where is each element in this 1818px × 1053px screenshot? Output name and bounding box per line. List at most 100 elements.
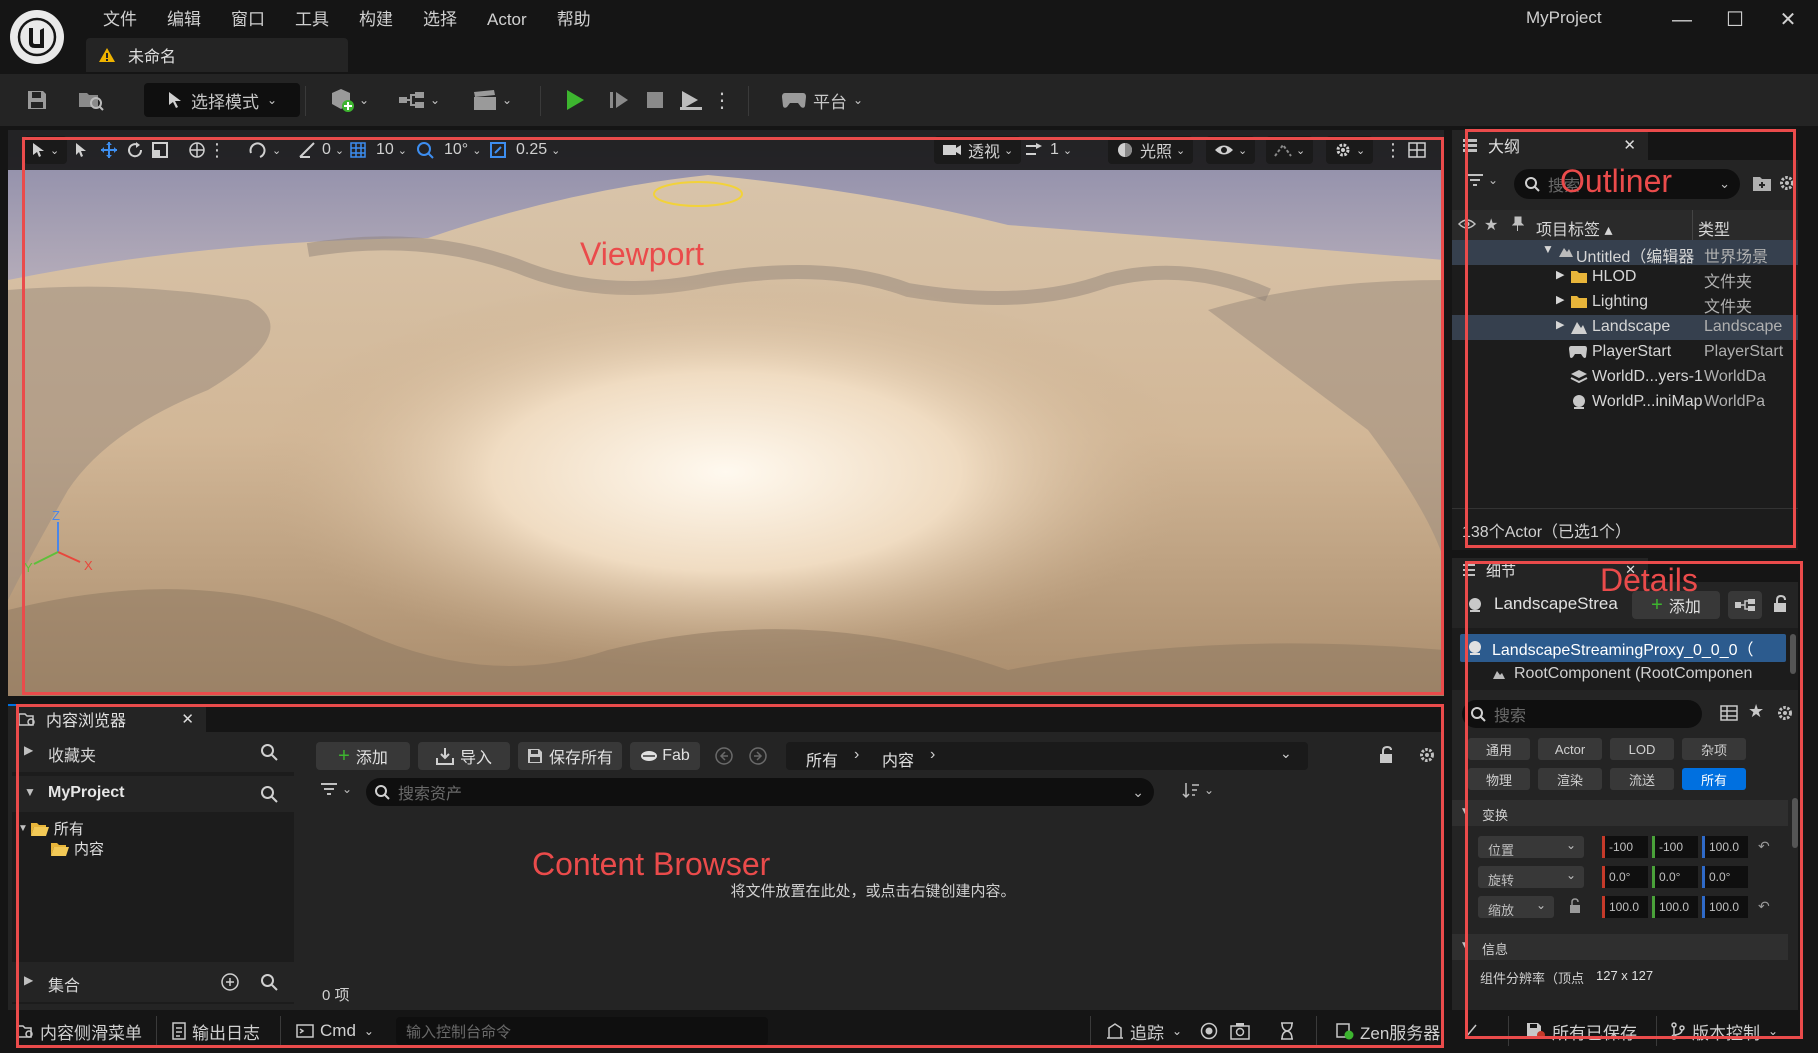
source-control-dropdown[interactable]: 版本控制 ⌄ (1670, 1016, 1778, 1046)
surface-snap-dropdown[interactable]: ⌄ (248, 136, 281, 164)
filter-physics-button[interactable]: 物理 (1468, 768, 1530, 790)
pin-icon[interactable] (1512, 216, 1524, 232)
translate-icon[interactable] (100, 136, 118, 164)
outliner-tab[interactable]: 大纲 ✕ (1452, 130, 1648, 160)
record-icon[interactable] (1200, 1016, 1218, 1046)
level-viewport[interactable]: Z X Y ⌄ ⋮ ⌄ 0 ⌄ 10 ⌄ 10° ⌄ 0.25 ⌄ 透视 ⌄ 1… (8, 130, 1444, 696)
hourglass-icon[interactable] (1280, 1016, 1294, 1046)
settings-gear-icon[interactable] (1778, 174, 1796, 192)
layout-icon[interactable] (1408, 136, 1426, 164)
unreal-logo-icon[interactable] (10, 10, 64, 64)
outliner-row-selected[interactable]: ▶ Landscape Landscape (1452, 315, 1798, 340)
scale-y-input[interactable]: 100.0 (1652, 896, 1698, 918)
location-z-input[interactable]: 100.0 (1702, 836, 1748, 858)
menu-actor[interactable]: Actor (472, 4, 542, 36)
outliner-row[interactable]: WorldP...iniMap WorldPa (1452, 390, 1798, 415)
tree-item-content[interactable]: 内容 (50, 838, 104, 859)
step-forward-icon[interactable] (604, 83, 634, 117)
angle-snap-dropdown[interactable]: 0 ⌄ (298, 136, 344, 164)
browse-folder-icon[interactable] (74, 83, 108, 117)
visibility-eye-icon[interactable] (1458, 217, 1476, 231)
play-icon[interactable] (560, 83, 590, 117)
filter-general-button[interactable]: 通用 (1468, 738, 1530, 760)
chevron-down-icon[interactable]: ⌄ (1280, 745, 1292, 762)
collapsed-arrow-icon[interactable]: ▶ (1556, 293, 1564, 306)
collections-header[interactable]: ▶ 集合 (12, 962, 294, 1002)
filter-all-button[interactable]: 所有 (1682, 768, 1746, 790)
cinematics-button[interactable]: ⌄ (466, 83, 518, 117)
select-arrow-icon[interactable] (74, 136, 88, 164)
outliner-row[interactable]: ▼ Untitled（编辑器 世界场景 (1452, 240, 1798, 266)
asset-search-input[interactable]: 搜索资产 ⌄ (366, 778, 1154, 806)
table-view-icon[interactable] (1720, 705, 1738, 721)
scrollbar[interactable] (1790, 634, 1796, 674)
save-all-button[interactable]: 保存所有 (518, 742, 622, 770)
show-flags-dropdown[interactable]: ⌄ (1206, 136, 1256, 164)
screenshot-icon[interactable] (1230, 1016, 1250, 1046)
project-header[interactable]: ▼ MyProject (12, 776, 294, 812)
close-tab-icon[interactable]: ✕ (1623, 136, 1636, 154)
all-saved-button[interactable]: 所有已保存 (1526, 1016, 1637, 1046)
menu-file[interactable]: 文件 (88, 4, 152, 36)
document-tab[interactable]: 未命名 (86, 38, 348, 72)
scale-dropdown[interactable]: 缩放 ⌄ (1478, 896, 1554, 918)
expanded-arrow-icon[interactable]: ▼ (1542, 242, 1554, 256)
blueprint-icon[interactable] (1728, 591, 1762, 619)
camera-speed-dropdown[interactable]: 1 ⌄ (1024, 136, 1072, 164)
rotation-dropdown[interactable]: 旋转 ⌄ (1478, 866, 1584, 888)
search-icon[interactable] (260, 785, 278, 803)
outliner-row[interactable]: WorldD...yers-1 WorldDa (1452, 365, 1798, 390)
location-dropdown[interactable]: 位置 ⌄ (1478, 836, 1584, 858)
location-x-input[interactable]: -100 (1602, 836, 1648, 858)
scale-z-input[interactable]: 100.0 (1702, 896, 1748, 918)
close-tab-icon[interactable]: ✕ (181, 710, 194, 728)
eject-icon[interactable] (674, 83, 708, 117)
filter-misc-button[interactable]: 杂项 (1682, 738, 1746, 760)
sort-dropdown[interactable]: ⌄ (1182, 782, 1214, 798)
back-arrow-icon[interactable] (714, 746, 734, 766)
asset-filter-dropdown[interactable]: ⌄ (320, 782, 352, 796)
add-folder-icon[interactable] (1752, 174, 1772, 192)
breadcrumb-content[interactable]: 内容 (882, 747, 914, 771)
transform-section-header[interactable]: ▼ 变换 (1452, 800, 1788, 826)
info-section-header[interactable]: ▼ 信息 (1452, 934, 1788, 960)
star-icon[interactable]: ★ (1484, 215, 1498, 235)
revision-control-icon[interactable] (1464, 1016, 1478, 1046)
breadcrumb-all[interactable]: 所有 (806, 747, 838, 771)
settings-gear-icon[interactable] (1776, 704, 1794, 722)
reset-arrow-icon[interactable]: ↶ (1758, 898, 1770, 915)
scale-snap-dropdown[interactable]: 0.25 ⌄ (490, 136, 560, 164)
menu-select[interactable]: 选择 (408, 4, 472, 36)
filter-actor-button[interactable]: Actor (1538, 738, 1602, 760)
menu-help[interactable]: 帮助 (542, 4, 606, 36)
outliner-row[interactable]: ▶ Lighting 文件夹 (1452, 290, 1798, 316)
star-icon[interactable]: ★ (1748, 701, 1764, 722)
stop-icon[interactable] (640, 83, 670, 117)
tree-item-all[interactable]: ▼ 所有 (18, 818, 84, 839)
cmd-dropdown[interactable]: Cmd ⌄ (296, 1016, 374, 1046)
content-drawer-button[interactable]: 内容侧滑菜单 (16, 1016, 142, 1046)
filter-dropdown[interactable]: ⌄ (1466, 173, 1498, 187)
scale-x-input[interactable]: 100.0 (1602, 896, 1648, 918)
outliner-row[interactable]: ▶ HLOD 文件夹 (1452, 265, 1798, 291)
lock-icon[interactable] (1378, 746, 1394, 764)
rotation-y-input[interactable]: 0.0° (1652, 866, 1698, 888)
zen-server-button[interactable]: Zen服务器 (1336, 1016, 1440, 1046)
collapsed-arrow-icon[interactable]: ▶ (1556, 318, 1564, 331)
chevron-right-icon[interactable]: › (854, 746, 859, 764)
filter-rendering-button[interactable]: 渲染 (1538, 768, 1602, 790)
menu-tools[interactable]: 工具 (280, 4, 344, 36)
output-log-button[interactable]: 输出日志 (172, 1016, 260, 1046)
menu-build[interactable]: 构建 (344, 4, 408, 36)
view-mode-dropdown[interactable]: 透视 ⌄ (934, 136, 1022, 164)
trace-dropdown[interactable]: 追踪 ⌄ (1106, 1016, 1182, 1046)
select-mode-dropdown[interactable]: 选择模式 ⌄ (144, 83, 300, 117)
platform-dropdown[interactable]: 平台 ⌄ (772, 83, 872, 117)
add-actor-button[interactable]: ⌄ (325, 83, 373, 117)
column-type-header[interactable]: 类型 (1698, 216, 1730, 240)
scale-lock-icon[interactable] (1568, 898, 1582, 914)
rotation-snap-dropdown[interactable]: 10° ⌄ (416, 136, 481, 164)
menu-window[interactable]: 窗口 (216, 4, 280, 36)
selection-tool-dropdown[interactable]: ⌄ (24, 136, 68, 164)
search-icon[interactable] (260, 973, 278, 991)
